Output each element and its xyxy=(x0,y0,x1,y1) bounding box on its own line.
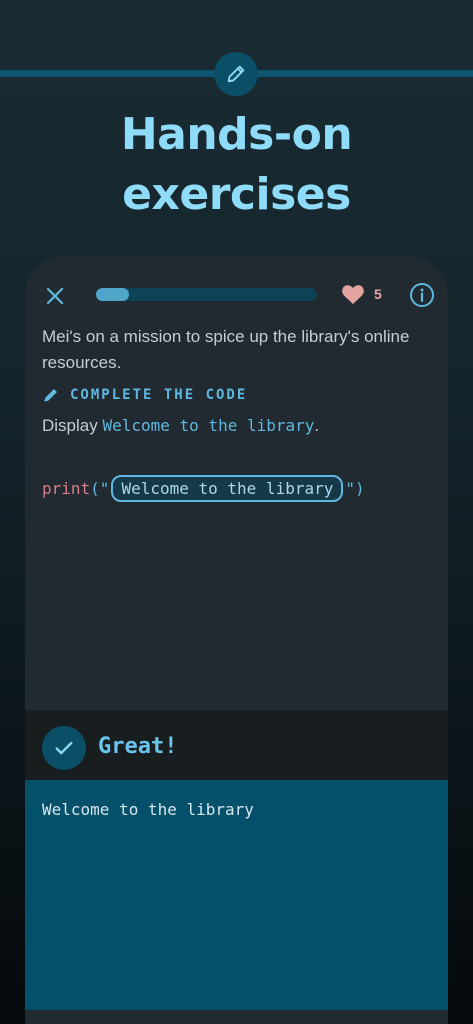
task-type-text: COMPLETE THE CODE xyxy=(70,387,248,403)
pencil-icon xyxy=(227,65,245,83)
output-panel: Welcome to the library xyxy=(25,780,448,1010)
page-title-line-1: Hands-on xyxy=(120,109,353,160)
instruction-suffix: . xyxy=(314,416,320,435)
code-close: ") xyxy=(345,479,365,498)
lives-count: 5 xyxy=(374,286,382,302)
header-badge xyxy=(214,52,258,96)
page-title: Hands-on exercises xyxy=(0,105,473,225)
exercise-instruction: Display Welcome to the library. xyxy=(42,416,319,436)
code-function: print xyxy=(42,479,91,498)
close-icon xyxy=(46,287,64,305)
check-icon xyxy=(55,741,73,755)
output-text: Welcome to the library xyxy=(42,800,254,819)
close-button[interactable] xyxy=(41,282,69,310)
heart-icon xyxy=(342,285,364,304)
success-badge xyxy=(42,726,86,770)
progress-bar-fill xyxy=(96,288,130,301)
page-title-line-2: exercises xyxy=(122,169,351,220)
exercise-card: 5 Mei's on a mission to spice up the lib… xyxy=(25,256,448,1024)
instruction-prefix: Display xyxy=(42,416,103,435)
pencil-icon xyxy=(44,389,57,402)
code-editor-line: print (" Welcome to the library ") xyxy=(42,475,365,502)
exercise-intro: Mei's on a mission to spice up the libra… xyxy=(42,327,410,372)
progress-bar xyxy=(96,288,317,301)
task-type-label: COMPLETE THE CODE xyxy=(42,386,247,404)
code-open: (" xyxy=(90,479,110,498)
feedback-bar: Great! xyxy=(25,710,448,780)
answer-chip[interactable]: Welcome to the library xyxy=(111,475,344,502)
feedback-label: Great! xyxy=(98,734,178,759)
instruction-code: Welcome to the library xyxy=(102,416,315,435)
info-icon[interactable] xyxy=(409,282,435,308)
